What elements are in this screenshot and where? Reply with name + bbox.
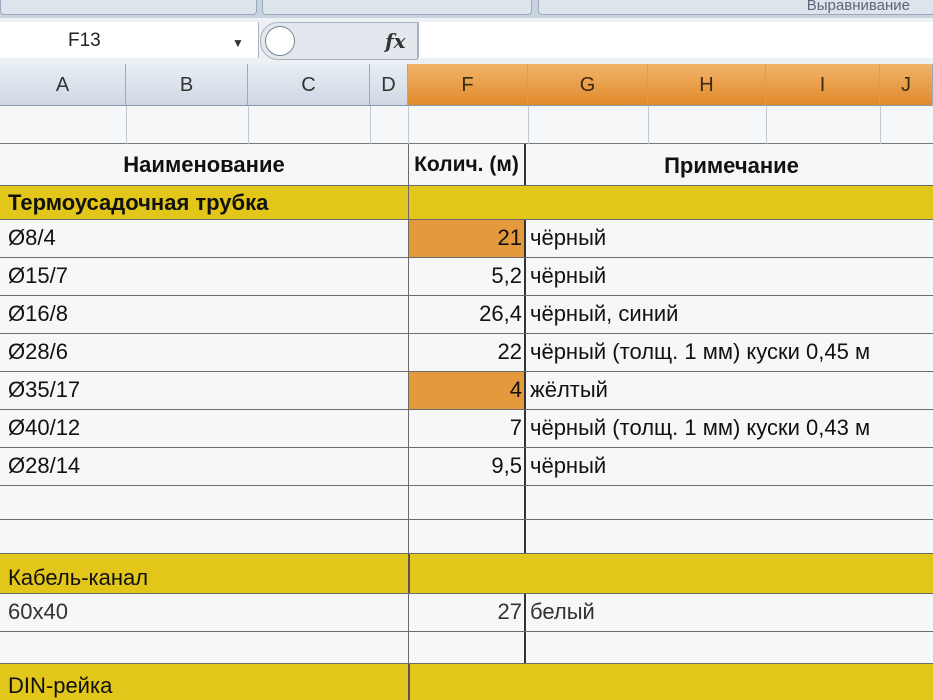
empty-cell[interactable] xyxy=(526,520,933,553)
item-qty[interactable]: 27 xyxy=(408,594,526,631)
header-qty[interactable]: Колич. (м) xyxy=(408,144,526,185)
empty-cell[interactable] xyxy=(408,632,526,663)
table-row[interactable] xyxy=(0,632,933,664)
sheet-grid[interactable]: Наименование Колич. (м) Примечание Термо… xyxy=(0,106,933,700)
item-note[interactable]: чёрный (толщ. 1 мм) куски 0,43 м xyxy=(526,410,933,447)
section-qty-cell[interactable] xyxy=(408,664,526,700)
formula-input[interactable] xyxy=(418,22,933,58)
table-row[interactable]: Ø8/4 21 чёрный xyxy=(0,220,933,258)
empty-cell[interactable] xyxy=(0,486,408,519)
empty-cell[interactable] xyxy=(526,486,933,519)
item-name[interactable]: Ø35/17 xyxy=(0,372,408,409)
ribbon-alignment-label: Выравнивание xyxy=(806,0,910,14)
table-row[interactable]: Ø16/8 26,4 чёрный, синий xyxy=(0,296,933,334)
ribbon-group-alignment[interactable]: Выравнивание xyxy=(538,0,933,15)
formula-controls: fx xyxy=(260,22,418,60)
ribbon-group-clipboard[interactable] xyxy=(0,0,257,15)
table-row[interactable]: Ø15/7 5,2 чёрный xyxy=(0,258,933,296)
empty-cell[interactable] xyxy=(526,632,933,663)
item-qty[interactable]: 9,5 xyxy=(408,448,526,485)
table-row[interactable] xyxy=(0,486,933,520)
table-row[interactable] xyxy=(0,106,933,144)
item-note[interactable]: чёрный, синий xyxy=(526,296,933,333)
item-name[interactable]: Ø15/7 xyxy=(0,258,408,295)
item-qty[interactable]: 22 xyxy=(408,334,526,371)
column-header-c[interactable]: C xyxy=(248,64,370,106)
column-header-f[interactable]: F xyxy=(408,64,528,106)
item-qty[interactable]: 26,4 xyxy=(408,296,526,333)
resize-handle-icon[interactable] xyxy=(265,26,295,56)
table-row[interactable]: Ø28/6 22 чёрный (толщ. 1 мм) куски 0,45 … xyxy=(0,334,933,372)
name-box-value: F13 xyxy=(68,30,101,51)
header-note[interactable]: Примечание xyxy=(526,144,933,185)
section-row-heatshrink[interactable]: Термоусадочная трубка xyxy=(0,186,933,220)
section-row-din-rail[interactable]: DIN-рейка xyxy=(0,664,933,700)
item-name[interactable]: Ø40/12 xyxy=(0,410,408,447)
item-note[interactable]: чёрный xyxy=(526,448,933,485)
column-header-i[interactable]: I xyxy=(766,64,880,106)
ribbon: Выравнивание xyxy=(0,0,933,18)
section-title[interactable]: Термоусадочная трубка xyxy=(0,186,408,219)
table-row[interactable]: Ø40/12 7 чёрный (толщ. 1 мм) куски 0,43 … xyxy=(0,410,933,448)
empty-cell[interactable] xyxy=(0,632,408,663)
insert-function-icon[interactable]: fx xyxy=(385,29,406,53)
column-header-b[interactable]: B xyxy=(126,64,248,106)
chevron-down-icon[interactable]: ▼ xyxy=(232,36,244,50)
table-row[interactable]: 60x40 27 белый xyxy=(0,594,933,632)
header-name[interactable]: Наименование xyxy=(0,144,408,185)
column-header-g[interactable]: G xyxy=(528,64,648,106)
item-qty[interactable]: 4 xyxy=(408,372,526,409)
item-qty[interactable]: 21 xyxy=(408,220,526,257)
item-name[interactable]: 60x40 xyxy=(0,594,408,631)
formula-bar: F13 ▼ fx xyxy=(0,18,933,65)
item-name[interactable]: Ø8/4 xyxy=(0,220,408,257)
column-header-d[interactable]: D xyxy=(370,64,408,106)
item-qty[interactable]: 5,2 xyxy=(408,258,526,295)
item-note[interactable]: жёлтый xyxy=(526,372,933,409)
column-header-a[interactable]: A xyxy=(0,64,126,106)
item-name[interactable]: Ø16/8 xyxy=(0,296,408,333)
item-note[interactable]: чёрный (толщ. 1 мм) куски 0,45 м xyxy=(526,334,933,371)
column-header-h[interactable]: H xyxy=(648,64,766,106)
item-note[interactable]: чёрный xyxy=(526,220,933,257)
section-qty-cell[interactable] xyxy=(408,554,526,593)
table-row[interactable]: Ø35/17 4 жёлтый xyxy=(0,372,933,410)
section-qty-cell[interactable] xyxy=(408,186,526,219)
section-title[interactable]: DIN-рейка xyxy=(0,664,408,700)
table-header-row: Наименование Колич. (м) Примечание xyxy=(0,144,933,186)
name-box[interactable]: F13 ▼ xyxy=(0,22,259,58)
empty-cell[interactable] xyxy=(408,520,526,553)
table-row[interactable]: Ø28/14 9,5 чёрный xyxy=(0,448,933,486)
section-row-cable-channel[interactable]: Кабель-канал xyxy=(0,554,933,594)
empty-cell[interactable] xyxy=(0,520,408,553)
ribbon-group-font[interactable] xyxy=(262,0,532,15)
item-note[interactable]: белый xyxy=(526,594,933,631)
table-row[interactable] xyxy=(0,520,933,554)
item-note[interactable]: чёрный xyxy=(526,258,933,295)
item-qty[interactable]: 7 xyxy=(408,410,526,447)
item-name[interactable]: Ø28/14 xyxy=(0,448,408,485)
section-title[interactable]: Кабель-канал xyxy=(0,554,408,593)
item-name[interactable]: Ø28/6 xyxy=(0,334,408,371)
empty-cell[interactable] xyxy=(408,486,526,519)
column-header-j[interactable]: J xyxy=(880,64,933,106)
